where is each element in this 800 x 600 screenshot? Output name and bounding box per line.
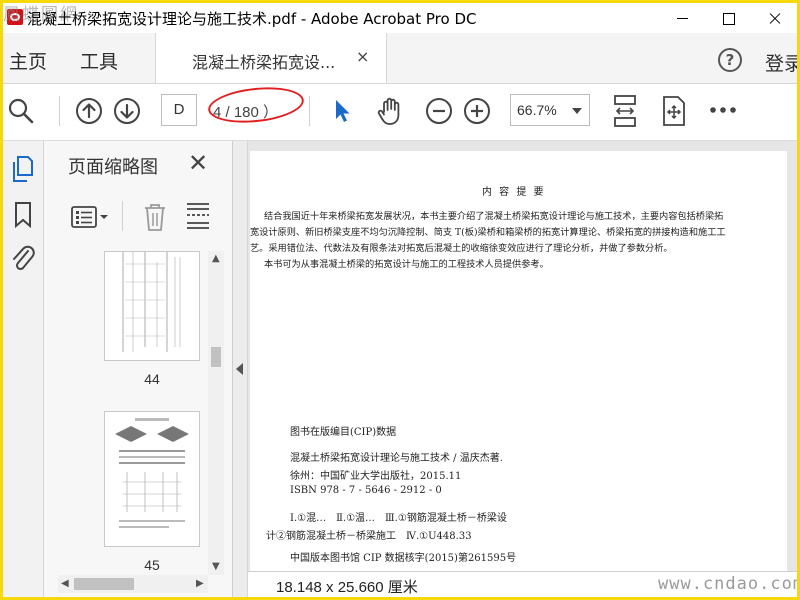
previous-page-icon[interactable] — [75, 97, 103, 125]
thumbnail-page-45[interactable] — [104, 411, 200, 547]
window-title: 混凝土桥梁拓宽设计理论与施工技术.pdf - Adobe Acrobat Pro… — [27, 10, 477, 28]
main-toolbar: D 4 / 180 ） 66.7% — [3, 83, 797, 141]
cip-line: ISBN 978 - 7 - 5646 - 2912 - 0 — [290, 485, 442, 496]
next-page-icon[interactable] — [113, 97, 141, 125]
more-options-icon[interactable] — [709, 106, 737, 114]
trash-icon[interactable] — [142, 201, 168, 233]
thumbnail-label: 45 — [144, 557, 160, 573]
page-thumbnails-icon[interactable] — [11, 155, 35, 183]
zoom-out-icon[interactable] — [425, 97, 453, 125]
title-bar: 鳳蝶圖網 混凝土桥梁拓宽设计理论与施工技术.pdf - Adobe Acroba… — [3, 3, 797, 33]
minimize-button[interactable] — [659, 3, 705, 33]
bookmark-icon[interactable] — [13, 201, 33, 229]
cip-line: Ⅰ.①混… Ⅱ.①温… Ⅲ.①钢筋混凝土桥－桥梁设 — [290, 513, 507, 524]
abstract-line: 艺。采用错位法、代数法及有限条法对拓宽后混凝土的收缩徐变效应进行了理论分析，并做… — [250, 243, 673, 254]
site-watermark: www.cndao.com — [658, 574, 797, 594]
chevron-down-icon — [572, 108, 582, 114]
cip-line: 中国版本图书馆 CIP 数据核字(2015)第261595号 — [290, 553, 517, 564]
pdf-page: 内 容 提 要 结合我国近十年来桥梁拓宽发展状况，本书主要介绍了混凝土桥梁拓宽设… — [250, 151, 787, 581]
select-cursor-icon[interactable] — [331, 97, 353, 125]
navigation-rail — [3, 141, 44, 597]
cip-line: 计②钢筋混凝土桥－桥梁施工 Ⅳ.①U448.33 — [266, 531, 472, 542]
zoom-in-icon[interactable] — [463, 97, 491, 125]
scroll-down-icon[interactable]: ▼ — [212, 561, 220, 572]
maximize-button[interactable] — [705, 3, 751, 33]
scroll-up-icon[interactable]: ▲ — [212, 253, 220, 264]
document-view[interactable]: 内 容 提 要 结合我国近十年来桥梁拓宽发展状况，本书主要介绍了混凝土桥梁拓宽设… — [248, 141, 797, 597]
zoom-level-select[interactable]: 66.7% — [510, 94, 590, 126]
toolbar-divider — [309, 96, 310, 126]
thumbnail-list: 44 45 — [44, 251, 204, 575]
tab-home[interactable]: 主页 — [9, 47, 47, 74]
cip-line: 徐州：中国矿业大学出版社，2015.11 — [290, 471, 462, 482]
scroll-left-icon[interactable]: ◀ — [61, 578, 69, 589]
options-menu-icon[interactable] — [70, 205, 110, 229]
panel-divider — [122, 201, 123, 231]
abstract-title: 内 容 提 要 — [482, 187, 546, 198]
page-number-input[interactable]: D — [161, 94, 197, 126]
abstract-line: 宽设计原则、新旧桥梁支座不均匀沉降控制、简支 T(板)梁桥和箱梁桥的拓宽计算理论… — [250, 227, 726, 238]
sign-in-button[interactable]: 登录 — [765, 49, 797, 76]
thumbnail-horizontal-scrollbar[interactable]: ◀ ▶ — [58, 575, 208, 593]
scrollbar-thumb[interactable] — [211, 347, 221, 367]
attachment-icon[interactable] — [10, 243, 36, 273]
full-screen-icon[interactable] — [659, 95, 689, 127]
chevron-left-icon — [236, 363, 243, 375]
page-size-readout: 18.148 x 25.660 厘米 — [276, 579, 418, 596]
hand-tool-icon[interactable] — [375, 95, 407, 127]
fit-page-icon[interactable] — [611, 94, 639, 128]
status-bar: 18.148 x 25.660 厘米 www.cndao.com — [248, 571, 797, 597]
panel-collapse-handle[interactable] — [233, 141, 248, 597]
close-window-button[interactable] — [751, 3, 797, 33]
thumbnail-vertical-scrollbar[interactable]: ▲ ▼ — [208, 251, 224, 575]
thumbnail-page-44[interactable] — [104, 251, 200, 361]
document-tab-close-button[interactable]: × — [356, 47, 369, 66]
thumbnail-drawing — [115, 418, 189, 528]
acrobat-window: 鳳蝶圖網 混凝土桥梁拓宽设计理论与施工技术.pdf - Adobe Acroba… — [3, 3, 797, 597]
thumbnail-panel: 页面缩略图 ✕ 44 45 ▲ ▼ ◀ ▶ — [44, 141, 233, 597]
help-icon[interactable]: ? — [718, 48, 742, 72]
search-icon[interactable] — [7, 97, 35, 125]
thumbnail-drawing — [122, 252, 181, 352]
tab-document[interactable]: 混凝土桥梁拓宽设... × — [155, 33, 387, 83]
thumbnail-label: 44 — [144, 371, 160, 387]
abstract-line: 本书可为从事混凝土桥梁的拓宽设计与施工的工程技术人员提供参考。 — [264, 259, 549, 270]
toolbar-divider — [59, 96, 60, 126]
tab-row: 主页 工具 混凝土桥梁拓宽设... × ? 登录 — [3, 33, 797, 84]
zoom-value: 66.7% — [517, 102, 557, 118]
insert-pages-icon[interactable] — [184, 201, 212, 233]
close-panel-button[interactable]: ✕ — [188, 151, 208, 175]
tab-tools[interactable]: 工具 — [80, 47, 118, 74]
scrollbar-thumb[interactable] — [74, 578, 134, 590]
document-tab-label: 混凝土桥梁拓宽设... — [192, 53, 336, 72]
panel-title: 页面缩略图 — [68, 157, 158, 178]
abstract-line: 结合我国近十年来桥梁拓宽发展状况，本书主要介绍了混凝土桥梁拓宽设计理论与施工技术… — [264, 211, 724, 222]
scroll-right-icon[interactable]: ▶ — [196, 578, 204, 589]
cip-heading: 图书在版编目(CIP)数据 — [290, 427, 397, 438]
cip-line: 混凝土桥梁拓宽设计理论与施工技术 / 温庆杰著. — [290, 453, 503, 464]
